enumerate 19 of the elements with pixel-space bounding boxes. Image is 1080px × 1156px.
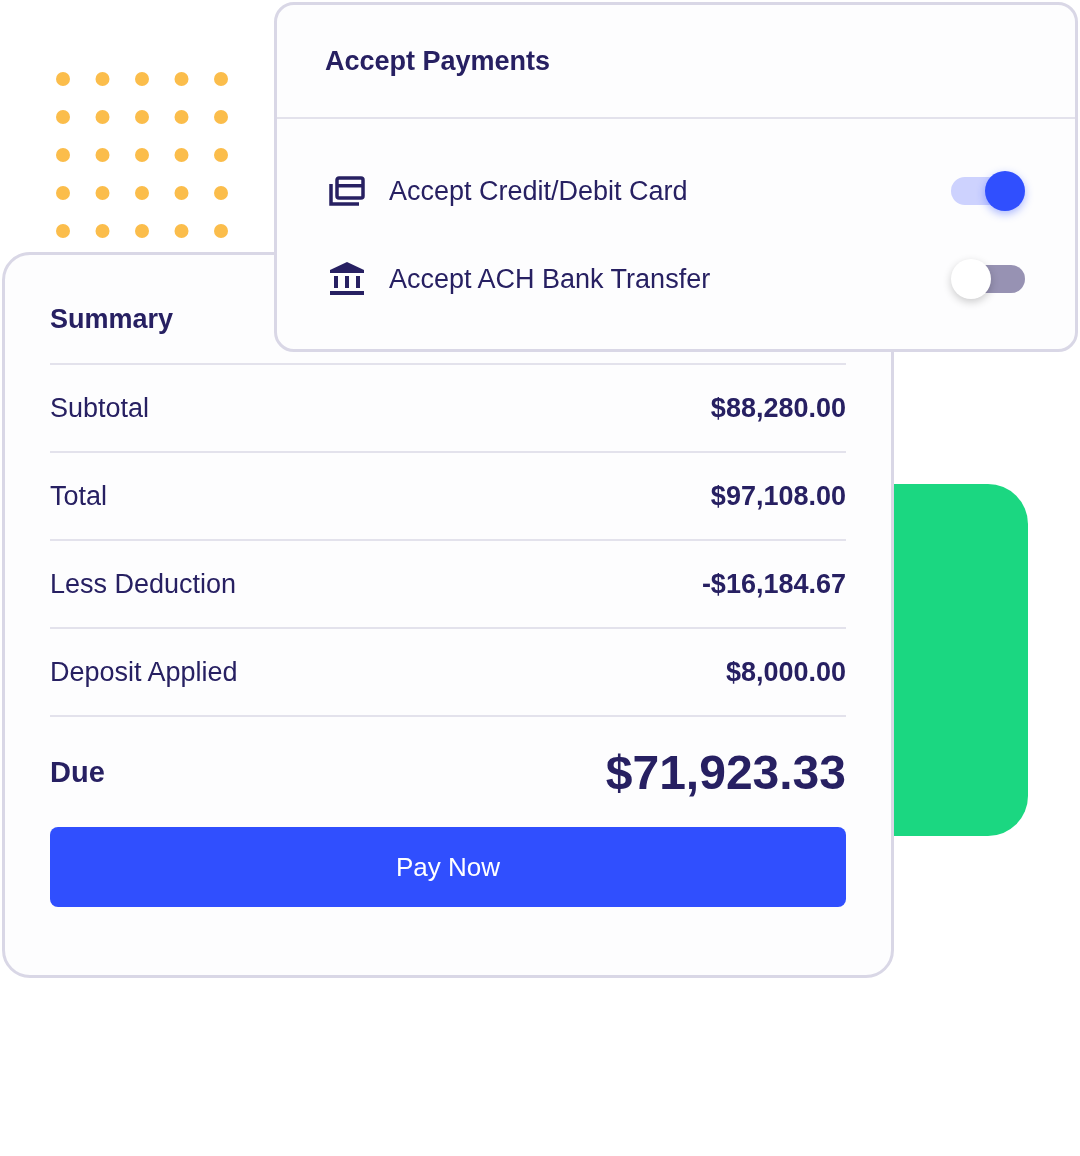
pay-now-button[interactable]: Pay Now (50, 827, 846, 907)
row-value: $97,108.00 (710, 480, 846, 512)
due-amount: $71,923.33 (605, 744, 846, 800)
toggle-switch[interactable] (951, 171, 1025, 211)
row-value: $88,280.00 (710, 392, 846, 424)
payments-title: Accept Payments (325, 45, 551, 77)
row-label: Total (50, 480, 108, 512)
bank-icon (329, 262, 365, 296)
row-value: -$16,184.67 (701, 568, 846, 600)
option-label: Accept ACH Bank Transfer (389, 263, 712, 295)
due-label: Due (50, 755, 105, 789)
row-label: Less Deduction (50, 568, 237, 600)
toggle-switch[interactable] (951, 259, 1025, 299)
row-label: Deposit Applied (50, 656, 238, 688)
row-label: Subtotal (50, 392, 150, 424)
option-label: Accept Credit/Debit Card (389, 175, 689, 207)
credit-card-icon (329, 176, 365, 206)
row-value: $8,000.00 (725, 656, 846, 688)
summary-title: Summary (50, 303, 174, 335)
